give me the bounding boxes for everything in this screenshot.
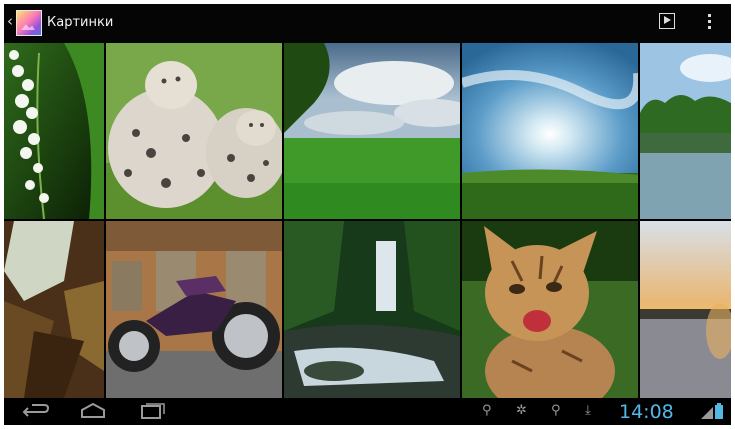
battery-icon bbox=[715, 403, 723, 419]
photo-thumbnail-lake-sunset[interactable] bbox=[640, 221, 731, 398]
usb-icon: ⚲ bbox=[551, 403, 561, 418]
tablet-screen: ‹ Картинки ⚲ ✲ ⚲ ⤓ 14:08 bbox=[4, 4, 731, 425]
photo-thumbnail-lake-trees-reflection[interactable] bbox=[640, 43, 731, 219]
app-title: Картинки bbox=[47, 15, 114, 30]
home-icon[interactable] bbox=[77, 401, 109, 422]
chevron-left-icon[interactable]: ‹ bbox=[7, 14, 13, 29]
back-icon[interactable] bbox=[18, 401, 50, 422]
action-bar: ‹ Картинки bbox=[4, 4, 731, 43]
recent-apps-icon[interactable] bbox=[136, 401, 166, 422]
usb-icon: ⚲ bbox=[482, 403, 492, 418]
photo-thumbnail-motorcycle[interactable] bbox=[106, 221, 282, 398]
android-debug-icon: ✲ bbox=[516, 403, 527, 418]
photo-thumbnail-forest-waterfall[interactable] bbox=[284, 221, 460, 398]
clock: 14:08 bbox=[619, 401, 674, 423]
signal-icon bbox=[701, 407, 713, 419]
system-bar: ⚲ ✲ ⚲ ⤓ 14:08 bbox=[4, 398, 731, 425]
photo-thumbnail-autumn-leaves[interactable] bbox=[4, 221, 104, 398]
photo-grid bbox=[4, 43, 731, 398]
photo-thumbnail-kitten[interactable] bbox=[462, 221, 638, 398]
photo-thumbnail-sunset-grass-field[interactable] bbox=[462, 43, 638, 219]
slideshow-icon[interactable] bbox=[659, 13, 675, 29]
overflow-menu-icon[interactable] bbox=[705, 13, 715, 31]
photo-thumbnail-green-meadow-sky[interactable] bbox=[284, 43, 460, 219]
photo-thumbnail-lily-of-the-valley[interactable] bbox=[4, 43, 104, 219]
gallery-app-icon[interactable] bbox=[16, 10, 42, 36]
download-icon: ⤓ bbox=[585, 403, 591, 418]
photo-thumbnail-snow-leopards[interactable] bbox=[106, 43, 282, 219]
